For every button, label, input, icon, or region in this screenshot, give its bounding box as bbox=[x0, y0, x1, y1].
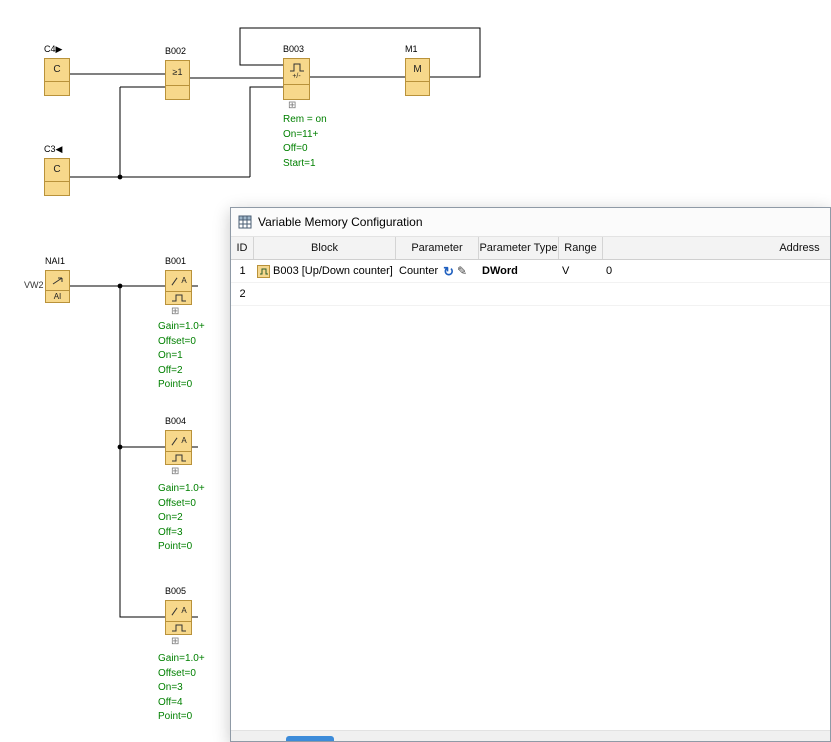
block-label-nai1: NAI1 bbox=[45, 256, 65, 266]
dialog-titlebar[interactable]: Variable Memory Configuration bbox=[231, 208, 830, 237]
cursor-key-glyph: C bbox=[53, 65, 60, 75]
column-header-address[interactable]: Address bbox=[603, 237, 831, 259]
cell-parameter-type: DWord bbox=[479, 260, 559, 282]
cell-address bbox=[603, 283, 831, 305]
block-label-m1: M1 bbox=[405, 44, 418, 54]
cursor-key-glyph: C bbox=[53, 165, 60, 175]
cell-range: V bbox=[559, 260, 603, 282]
refresh-icon[interactable]: ↻ bbox=[443, 265, 454, 278]
ok-button-partial[interactable] bbox=[286, 736, 334, 741]
threshold-pulse-icon bbox=[171, 294, 187, 302]
cell-range bbox=[559, 283, 603, 305]
ramp-line-icon bbox=[172, 437, 178, 445]
analog-input-glyph: AI bbox=[54, 292, 62, 301]
block-label-b003: B003 bbox=[283, 44, 304, 54]
block-label-b004: B004 bbox=[165, 416, 186, 426]
threshold-pulse-icon bbox=[171, 624, 187, 632]
block-mini-icon bbox=[257, 265, 270, 278]
block-b002-or[interactable]: ≥1 bbox=[165, 60, 190, 100]
column-header-range[interactable]: Range bbox=[559, 237, 603, 259]
param-text-b003: Rem = on On=11+ Off=0 Start=1 bbox=[283, 113, 327, 171]
dialog-title: Variable Memory Configuration bbox=[258, 215, 423, 229]
cell-id: 2 bbox=[231, 283, 254, 305]
block-b004-analog-trigger[interactable]: A bbox=[165, 430, 192, 465]
or-gate-glyph: ≥1 bbox=[173, 68, 183, 77]
cell-parameter bbox=[396, 283, 479, 305]
ramp-line-icon bbox=[172, 277, 178, 285]
cell-block: B003 [Up/Down counter] bbox=[254, 260, 396, 282]
column-header-parameter-type[interactable]: Parameter Type bbox=[479, 237, 559, 259]
analog-glyph: A bbox=[181, 277, 186, 285]
block-b001-analog-trigger[interactable]: A bbox=[165, 270, 192, 305]
updown-glyph: +/- bbox=[292, 73, 300, 80]
flag-glyph: M bbox=[413, 65, 421, 75]
table-header: ID Block Parameter Parameter Type Range … bbox=[231, 237, 831, 260]
column-header-id[interactable]: ID bbox=[231, 237, 254, 259]
block-c3[interactable]: C bbox=[44, 158, 70, 196]
block-m1-flag[interactable]: M bbox=[405, 58, 430, 96]
analog-glyph: A bbox=[181, 607, 186, 615]
analog-glyph: A bbox=[181, 437, 186, 445]
table-row[interactable]: 1 B003 [Up/Down counter] Counter ↻ ✎ DWo… bbox=[231, 260, 831, 283]
param-text-b001: Gain=1.0+ Offset=0 On=1 Off=2 Point=0 bbox=[158, 320, 205, 393]
counter-pulse-icon bbox=[289, 63, 305, 72]
cell-address: 0 bbox=[603, 260, 831, 282]
vm-config-dialog: Variable Memory Configuration ID Block P… bbox=[230, 207, 831, 742]
ramp-line-icon bbox=[172, 607, 178, 615]
cell-parameter-type bbox=[479, 283, 559, 305]
cell-parameter: Counter ↻ ✎ bbox=[396, 260, 479, 282]
block-label-b002: B002 bbox=[165, 46, 186, 56]
cell-id: 1 bbox=[231, 260, 254, 282]
block-label-b001: B001 bbox=[165, 256, 186, 266]
block-label-b005: B005 bbox=[165, 586, 186, 596]
threshold-pulse-icon bbox=[171, 454, 187, 462]
param-text-b005: Gain=1.0+ Offset=0 On=3 Off=4 Point=0 bbox=[158, 652, 205, 725]
block-b003-counter[interactable]: +/- bbox=[283, 58, 310, 100]
expand-params-icon[interactable]: ⊞ bbox=[171, 307, 179, 316]
parameter-text: Counter bbox=[399, 265, 438, 277]
param-text-b004: Gain=1.0+ Offset=0 On=2 Off=3 Point=0 bbox=[158, 482, 205, 555]
column-header-parameter[interactable]: Parameter bbox=[396, 237, 479, 259]
vm-config-icon bbox=[238, 215, 252, 229]
block-label-c3: C3◀ bbox=[44, 144, 62, 155]
block-c4[interactable]: C bbox=[44, 58, 70, 96]
expand-params-icon[interactable]: ⊞ bbox=[171, 467, 179, 476]
block-name-text: B003 [Up/Down counter] bbox=[273, 265, 393, 277]
expand-params-icon[interactable]: ⊞ bbox=[288, 101, 296, 110]
edit-icon[interactable]: ✎ bbox=[457, 265, 467, 277]
block-label-c4: C4▶ bbox=[44, 44, 62, 55]
expand-params-icon[interactable]: ⊞ bbox=[171, 637, 179, 646]
ai-address-label: VW2 bbox=[24, 280, 44, 290]
block-b005-analog-trigger[interactable]: A bbox=[165, 600, 192, 635]
column-header-block[interactable]: Block bbox=[254, 237, 396, 259]
dialog-footer bbox=[231, 730, 830, 741]
cell-block bbox=[254, 283, 396, 305]
block-nai1-analog-input[interactable]: AI bbox=[45, 270, 70, 303]
table-row[interactable]: 2 bbox=[231, 283, 831, 306]
analog-ramp-icon bbox=[51, 276, 65, 285]
